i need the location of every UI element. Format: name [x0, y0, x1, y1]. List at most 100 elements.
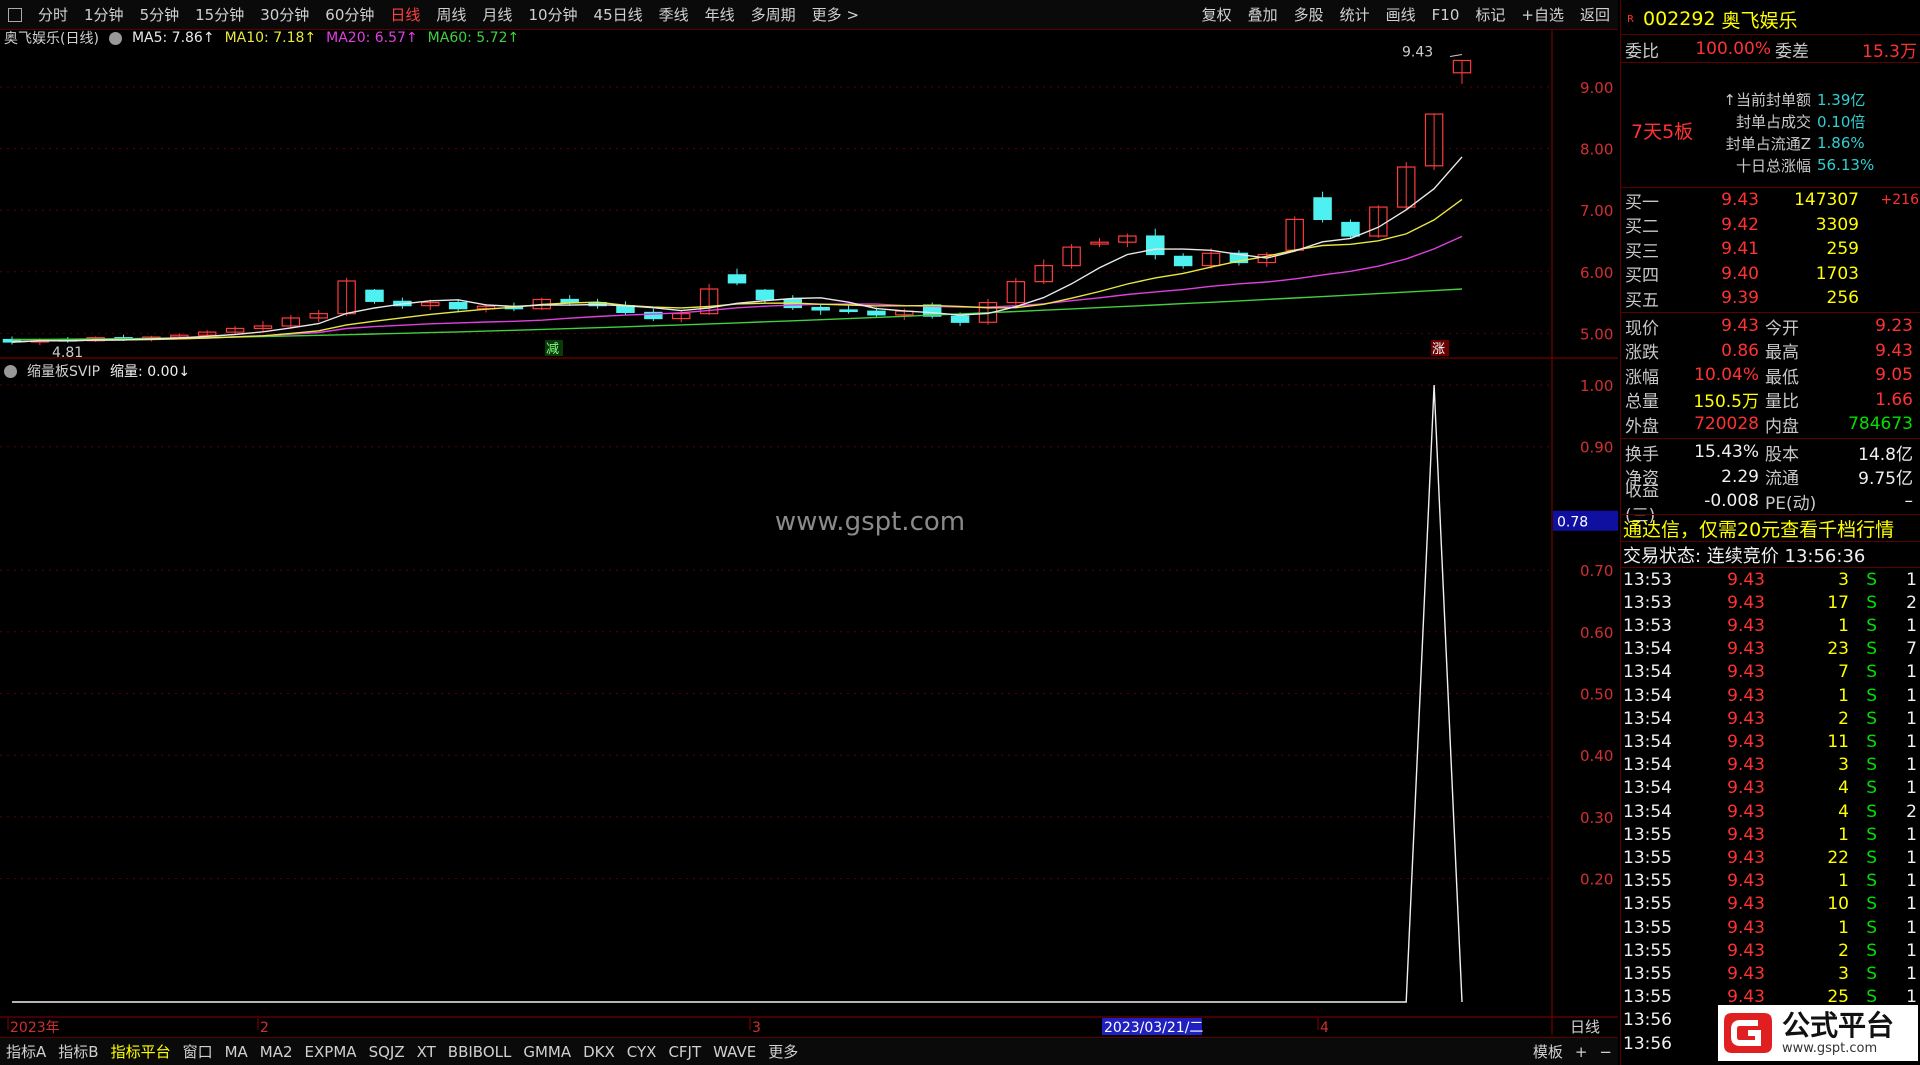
- bid-volume: 259: [1826, 239, 1859, 259]
- tick-row: 13:54 9.43 3 S 1: [1621, 754, 1920, 777]
- settings-dot-icon[interactable]: [108, 31, 122, 45]
- ma60-value: MA60: 5.72↑: [427, 30, 520, 46]
- zoom-in-button[interactable]: +: [1569, 1043, 1594, 1061]
- tick-side: S: [1866, 801, 1877, 822]
- tick-row: 13:55 9.43 1 S 1: [1621, 916, 1920, 939]
- period-tab[interactable]: 60分钟: [317, 4, 382, 25]
- tick-count: 1: [1906, 917, 1917, 938]
- promo-banner[interactable]: 通达信，仅需20元查看千档行情: [1623, 515, 1894, 542]
- period-tab[interactable]: 5分钟: [132, 4, 188, 25]
- quote-panel: R 002292 奥飞娱乐 委比 100.00% 委差 15.3万 7天5板 ↑当前封单额 1.3…: [1620, 0, 1920, 1065]
- toolbar-button[interactable]: F10: [1424, 6, 1468, 24]
- period-tab[interactable]: 15分钟: [187, 4, 252, 25]
- sub-indicator-value: 缩量: 0.00↓: [110, 364, 191, 380]
- toolbar-button[interactable]: 多股: [1286, 4, 1332, 25]
- period-tab[interactable]: 1分钟: [76, 4, 132, 25]
- tick-time: 13:56: [1623, 1033, 1672, 1054]
- period-tab[interactable]: 月线: [474, 4, 520, 25]
- toolbar-button[interactable]: 返回: [1572, 4, 1618, 25]
- period-tab[interactable]: 日线: [382, 4, 428, 25]
- weibi-value: 100.00%: [1695, 39, 1771, 59]
- quote-label: 内盘: [1765, 416, 1799, 437]
- stock-period-title: 奥飞娱乐(日线): [4, 31, 99, 47]
- candle-body: [1341, 221, 1360, 237]
- period-tab[interactable]: 30分钟: [252, 4, 317, 25]
- zoom-out-button[interactable]: −: [1593, 1043, 1618, 1061]
- seal-label: 封单占成交: [1735, 112, 1811, 131]
- ma5-line: [11, 156, 1463, 343]
- tick-row: 13:54 9.43 11 S 1: [1621, 730, 1920, 753]
- tick-count: 1: [1906, 662, 1917, 683]
- bid-row[interactable]: 买三 9.41 259: [1621, 237, 1920, 262]
- indicator-tab[interactable]: WAVE: [707, 1043, 762, 1061]
- bid-row[interactable]: 买一 9.43 147307 +216: [1621, 188, 1920, 213]
- toolbar-button[interactable]: 叠加: [1240, 4, 1286, 25]
- bid-row[interactable]: 买四 9.40 1703: [1621, 262, 1920, 287]
- price-tick: 7.00: [1580, 202, 1613, 220]
- tick-row: 13:54 9.43 4 S 1: [1621, 777, 1920, 800]
- indicator-tab[interactable]: CFJT: [662, 1043, 707, 1061]
- indicator-tab[interactable]: BBIBOLL: [442, 1043, 518, 1061]
- toolbar-button[interactable]: +自选: [1513, 4, 1572, 25]
- indicator-tab[interactable]: MA: [219, 1043, 254, 1061]
- tick-count: 1: [1906, 731, 1917, 752]
- tick-side: S: [1866, 940, 1877, 961]
- indicator-tab[interactable]: 更多: [762, 1041, 804, 1062]
- candle-body: [1313, 197, 1332, 220]
- chart-area[interactable]: 5.00 6.00 7.00 8.00 9.00 9.43 4.81 减涨 1.00 0.90 0.…: [0, 30, 1618, 1035]
- toolbar-button[interactable]: 画线: [1378, 4, 1424, 25]
- trade-status: 交易状态: 连续竞价 13:56:36: [1623, 546, 1866, 567]
- menu-square-icon[interactable]: [8, 7, 22, 22]
- tick-side: S: [1866, 639, 1877, 660]
- quote-value: 9.43: [1721, 316, 1759, 336]
- bid-row[interactable]: 买五 9.39 256: [1621, 286, 1920, 311]
- indicator-tab[interactable]: 窗口: [177, 1041, 219, 1062]
- indicator-tab[interactable]: EXPMA: [299, 1043, 363, 1061]
- fund-row: 收益(三) -0.008 PE(动) –: [1621, 481, 1920, 526]
- tick-volume: 23: [1827, 639, 1849, 660]
- tick-price: 9.43: [1727, 615, 1765, 636]
- tick-time: 13:55: [1623, 894, 1672, 915]
- indicator-tab[interactable]: 指标平台: [105, 1041, 177, 1062]
- toolbar-button[interactable]: 复权: [1194, 4, 1240, 25]
- toolbar-button[interactable]: 统计: [1332, 4, 1378, 25]
- divider: [1621, 34, 1920, 35]
- tick-row: 13:54 9.43 1 S 1: [1621, 684, 1920, 707]
- tick-count: 2: [1906, 801, 1917, 822]
- toolbar-button[interactable]: 标记: [1467, 4, 1513, 25]
- indicator-tab[interactable]: 指标B: [52, 1041, 104, 1062]
- indicator-tab[interactable]: XT: [411, 1043, 442, 1061]
- kline-chart[interactable]: 5.006.007.008.009.009.434.81 减涨1.000.900.…: [0, 30, 1618, 1035]
- indicator-tab[interactable]: MA2: [254, 1043, 299, 1061]
- tick-side: S: [1866, 755, 1877, 776]
- tick-count: 1: [1906, 940, 1917, 961]
- indicator-tab[interactable]: 指标A: [0, 1041, 52, 1062]
- candle-body: [755, 289, 775, 301]
- bid-row[interactable]: 买二 9.42 3309: [1621, 213, 1920, 238]
- period-tab[interactable]: 多周期: [743, 4, 804, 25]
- period-tab[interactable]: 更多 >: [804, 4, 867, 25]
- tick-row: 13:54 9.43 7 S 1: [1621, 661, 1920, 684]
- tick-volume: 4: [1838, 778, 1849, 799]
- zhang-marker: 涨: [1432, 342, 1445, 357]
- template-button[interactable]: 模板: [1527, 1041, 1569, 1062]
- period-tab[interactable]: 分时: [30, 4, 76, 25]
- tick-count: 1: [1906, 871, 1917, 892]
- ma5-value: MA5: 7.86↑: [131, 30, 215, 46]
- period-tab[interactable]: 10分钟: [520, 4, 585, 25]
- sub-tick: 0.70: [1580, 562, 1613, 580]
- fund-value: 2.29: [1721, 466, 1759, 487]
- period-tab[interactable]: 周线: [428, 4, 474, 25]
- indicator-tab[interactable]: GMMA: [517, 1043, 577, 1061]
- period-tab[interactable]: 季线: [651, 4, 697, 25]
- price-tick: 9.00: [1580, 79, 1613, 97]
- period-tab[interactable]: 45日线: [586, 4, 651, 25]
- period-tab[interactable]: 年线: [697, 4, 743, 25]
- sub-settings-dot-icon[interactable]: [4, 364, 17, 378]
- indicator-tab[interactable]: CYX: [621, 1043, 663, 1061]
- indicator-tab[interactable]: DKX: [577, 1043, 621, 1061]
- quote-row: 现价 9.43 今开 9.23: [1621, 314, 1920, 339]
- tick-count: 1: [1906, 685, 1917, 706]
- tick-count: 1: [1906, 755, 1917, 776]
- indicator-tab[interactable]: SQJZ: [363, 1043, 411, 1061]
